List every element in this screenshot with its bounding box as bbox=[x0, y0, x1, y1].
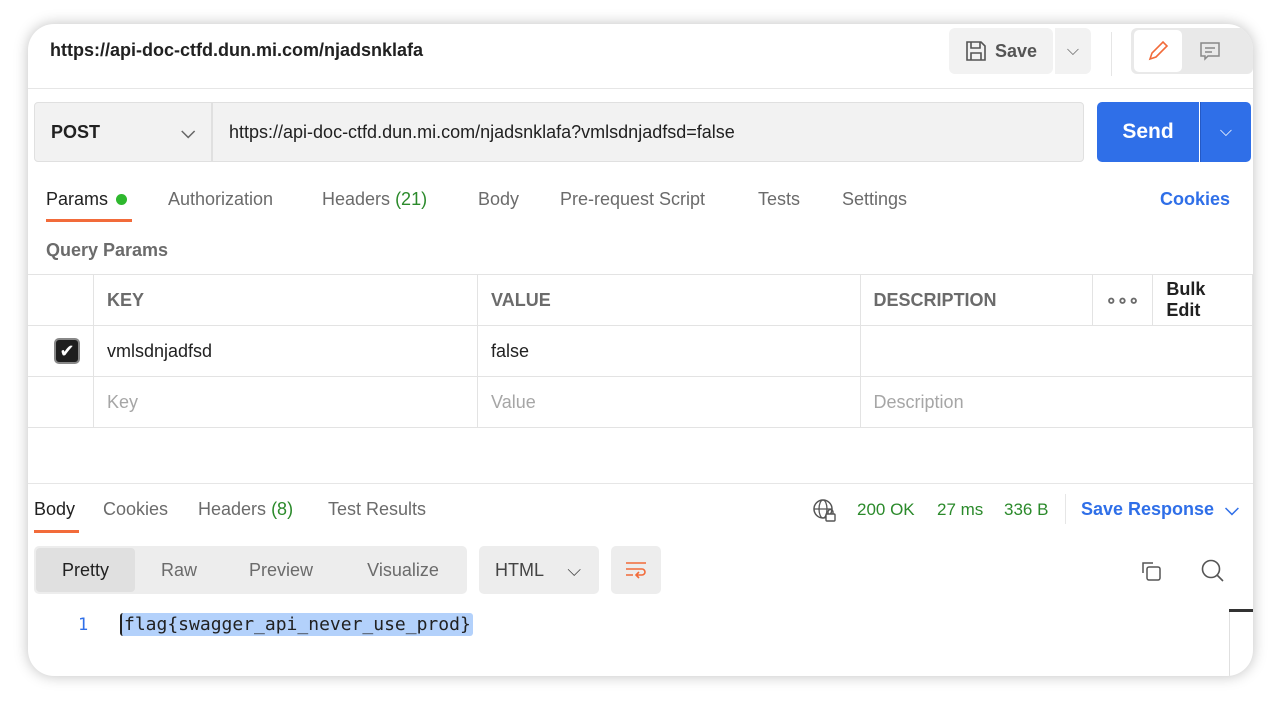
table-header-row: KEY VALUE DESCRIPTION ∘∘∘ Bulk Edit bbox=[28, 274, 1253, 326]
copy-icon[interactable] bbox=[1139, 559, 1163, 588]
view-pretty[interactable]: Pretty bbox=[36, 548, 135, 592]
row-checkbox[interactable]: ✔ bbox=[54, 338, 80, 364]
value-placeholder[interactable]: Value bbox=[477, 376, 861, 428]
more-options-icon[interactable]: ∘∘∘ bbox=[1091, 274, 1154, 326]
search-icon[interactable] bbox=[1200, 558, 1226, 589]
globe-lock-icon[interactable] bbox=[812, 498, 838, 529]
response-tab-headers[interactable]: Headers (8) bbox=[198, 499, 293, 520]
send-button[interactable]: Send bbox=[1097, 102, 1199, 162]
cookies-link[interactable]: Cookies bbox=[1160, 189, 1230, 210]
tab-label: Headers bbox=[322, 189, 391, 209]
response-tab-cookies[interactable]: Cookies bbox=[103, 499, 168, 520]
url-input[interactable]: https://api-doc-ctfd.dun.mi.com/njadsnkl… bbox=[212, 102, 1084, 162]
save-icon bbox=[966, 41, 986, 61]
response-body-line[interactable]: flag{swagger_api_never_use_prod} bbox=[120, 613, 473, 636]
active-tab-underline bbox=[34, 530, 79, 533]
save-response-button[interactable]: Save Response ⌵ bbox=[1081, 499, 1239, 520]
save-label: Save bbox=[995, 40, 1038, 61]
key-placeholder[interactable]: Key bbox=[92, 376, 479, 428]
tab-tests[interactable]: Tests bbox=[758, 189, 800, 210]
column-value: VALUE bbox=[477, 274, 861, 326]
tab-body[interactable]: Body bbox=[478, 189, 519, 210]
divider bbox=[1111, 32, 1112, 76]
save-dropdown-chevron-icon[interactable]: ⌵ bbox=[1055, 28, 1091, 74]
line-number: 1 bbox=[78, 615, 89, 635]
view-visualize[interactable]: Visualize bbox=[339, 548, 467, 592]
params-active-dot-icon bbox=[116, 194, 128, 205]
chevron-down-icon: ⌵ bbox=[1225, 499, 1239, 519]
headers-count: (21) bbox=[395, 189, 428, 209]
tab-label: Params bbox=[46, 189, 109, 209]
response-size[interactable]: 336 B bbox=[1004, 500, 1048, 520]
wrap-lines-icon[interactable] bbox=[611, 546, 661, 594]
description-placeholder[interactable]: Description bbox=[859, 376, 1253, 428]
query-params-title: Query Params bbox=[46, 240, 169, 260]
table-row: ✔ vmlsdnjadfsd false bbox=[28, 325, 1253, 377]
tab-authorization[interactable]: Authorization bbox=[168, 189, 273, 210]
scrollbar[interactable] bbox=[1229, 609, 1253, 612]
divider bbox=[28, 483, 1253, 484]
response-tab-body[interactable]: Body bbox=[34, 499, 75, 520]
view-raw[interactable]: Raw bbox=[135, 548, 223, 592]
column-description: DESCRIPTION bbox=[859, 274, 1093, 326]
method-select[interactable]: POST ⌵ bbox=[34, 102, 212, 162]
divider bbox=[28, 88, 1253, 89]
status-code[interactable]: 200 OK bbox=[857, 500, 915, 520]
active-tab-underline bbox=[46, 219, 132, 222]
tab-params[interactable]: Params bbox=[46, 189, 128, 210]
divider bbox=[1065, 494, 1066, 524]
param-key[interactable]: vmlsdnjadfsd bbox=[92, 325, 479, 377]
param-value[interactable]: false bbox=[477, 325, 861, 377]
query-params-table: KEY VALUE DESCRIPTION ∘∘∘ Bulk Edit ✔ vm… bbox=[28, 274, 1253, 428]
request-title: https://api-doc-ctfd.dun.mi.com/njadsnkl… bbox=[50, 40, 424, 60]
tab-headers[interactable]: Headers (21) bbox=[322, 189, 427, 210]
send-dropdown-chevron-icon[interactable]: ⌵ bbox=[1200, 102, 1251, 162]
chevron-down-icon: ⌵ bbox=[181, 121, 195, 142]
headers-count: (8) bbox=[271, 499, 294, 519]
table-row-empty: Key Value Description bbox=[28, 376, 1253, 428]
edit-pencil-icon[interactable] bbox=[1134, 30, 1182, 72]
language-value: HTML bbox=[495, 559, 544, 580]
divider bbox=[1229, 612, 1230, 676]
save-button[interactable]: Save bbox=[949, 28, 1053, 74]
chevron-down-icon: ⌵ bbox=[567, 559, 581, 580]
tab-label: Headers bbox=[198, 499, 267, 519]
tab-settings[interactable]: Settings bbox=[842, 189, 907, 210]
method-value: POST bbox=[51, 121, 101, 142]
request-window: https://api-doc-ctfd.dun.mi.com/njadsnkl… bbox=[28, 24, 1253, 676]
language-select[interactable]: HTML ⌵ bbox=[479, 546, 599, 594]
tab-pre-request-script[interactable]: Pre-request Script bbox=[560, 189, 705, 210]
save-response-label: Save Response bbox=[1081, 499, 1215, 519]
response-time[interactable]: 27 ms bbox=[937, 500, 983, 520]
bulk-edit-button[interactable]: Bulk Edit bbox=[1152, 274, 1253, 326]
column-key: KEY bbox=[92, 274, 479, 326]
comment-icon[interactable] bbox=[1186, 30, 1234, 72]
view-preview[interactable]: Preview bbox=[223, 548, 339, 592]
response-tab-test-results[interactable]: Test Results bbox=[328, 499, 426, 520]
param-description[interactable] bbox=[859, 325, 1253, 377]
